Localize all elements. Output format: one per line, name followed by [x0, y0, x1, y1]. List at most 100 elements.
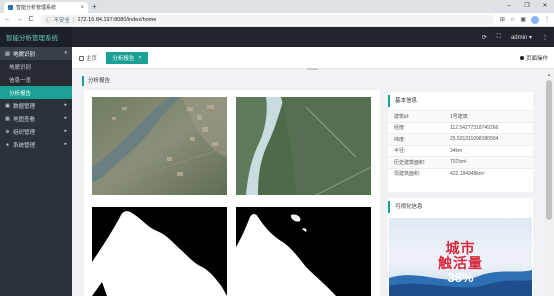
app-brand: 智能分析管理系统 [0, 27, 72, 47]
sidebar-group-org[interactable]: ⊕ 组织管理 ▸ [0, 125, 72, 138]
content-tab-bar: 主页 分析报告 × 页面操作 [72, 47, 554, 69]
info-value: 25.531311098186504 [450, 136, 499, 143]
url-separator: | [73, 16, 75, 23]
visual-info-poster: 城市 触活量 38% [389, 218, 532, 296]
extensions-icon[interactable]: ▣ [520, 16, 526, 23]
chevron-right-icon: ▸ [64, 115, 67, 121]
reload-button[interactable]: C [28, 16, 34, 23]
sidebar-group-label: 组织管理 [13, 129, 36, 136]
gear-icon: ● [5, 141, 10, 148]
table-row: 现建筑面积: 422.194948km² [388, 167, 533, 180]
segmentation-mask-before [92, 207, 227, 296]
fullscreen-icon[interactable]: ⛶ [497, 34, 501, 41]
info-key: 半径: [394, 148, 406, 155]
satellite-image-before [92, 97, 227, 195]
info-value: 34km [450, 147, 463, 154]
sidebar-group-label: 数据管理 [13, 103, 36, 110]
info-value: 1号建筑 [450, 113, 468, 120]
org-icon: ⊕ [5, 128, 10, 135]
minimize-button[interactable]: – [500, 0, 518, 13]
tab-home-label: 主页 [86, 56, 98, 62]
user-menu[interactable]: admin ▾ [511, 34, 532, 41]
info-value: 707km² [450, 159, 467, 166]
menu-icon: ▤ [5, 50, 10, 57]
circle-icon [519, 56, 524, 60]
chevron-right-icon: ▸ [64, 141, 67, 147]
star-icon[interactable]: ☆ [510, 16, 515, 23]
folder-icon: ▣ [5, 102, 10, 109]
sidebar-item-label: 信息一览 [9, 77, 32, 84]
info-key: 纬度: [394, 136, 406, 143]
window-controls: – ❐ ✕ [500, 0, 554, 13]
header-actions: ⟳ ⛶ admin ▾ ⋮ [482, 27, 548, 47]
chevron-right-icon: ▸ [64, 128, 67, 134]
app-header: 智能分析管理系统 ⟳ ⛶ admin ▾ ⋮ [0, 27, 554, 47]
url-text: 172.16.84.197:8080/index/home [77, 16, 157, 23]
sidebar-group-label: 地图查看 [13, 116, 36, 123]
table-row: 半径: 34km [388, 144, 533, 157]
insecure-label: 不安全 [53, 17, 71, 24]
back-button[interactable]: ← [4, 16, 11, 23]
browser-tab[interactable]: 智能分析管理系统 × [4, 2, 88, 13]
tab-close-icon[interactable]: × [80, 5, 84, 11]
visual-info-title: 可视化信息 [388, 201, 533, 213]
browser-tab-title: 智能分析管理系统 [16, 5, 57, 11]
address-bar: ← → C ⓘ 不安全 | 172.16.84.197:8080/index/h… [0, 13, 554, 27]
page-ops-button[interactable]: 页面操作 [519, 54, 548, 62]
browser-menu-button[interactable]: ⋮ [544, 16, 550, 23]
tab-close-icon[interactable]: × [138, 55, 141, 61]
page-scrollbar[interactable]: ▲ [544, 72, 554, 296]
table-row: 建筑id: 1号建筑 [388, 110, 533, 122]
sidebar-item-label: 分析报告 [9, 90, 32, 97]
info-key: 历史建筑面积: [394, 159, 426, 166]
sidebar-group-landform[interactable]: ▤ 地貌识别 ▾ [0, 47, 72, 60]
tab-home[interactable]: 主页 [79, 53, 97, 63]
poster-line-3: 38% [447, 270, 474, 285]
header-more-icon[interactable]: ⋮ [542, 34, 548, 41]
maximize-button[interactable]: ❐ [518, 0, 536, 13]
insecure-icon: ⓘ [45, 17, 51, 24]
scroll-up-icon[interactable]: ▲ [544, 72, 554, 77]
sidebar-group-label: 系统管理 [13, 142, 36, 149]
sidebar-group-system[interactable]: ● 系统管理 ▸ [0, 138, 72, 151]
sidebar-item-report[interactable]: 分析报告 [0, 86, 72, 99]
sidebar: ▤ 地貌识别 ▾ 地貌识别 信息一览 分析报告 ▣ 数据管理 ▸ ▦ 地图查看 … [0, 47, 72, 296]
basic-info-card: 基本信息 建筑id: 1号建筑 经度: 112.54277318749266 纬… [388, 92, 533, 192]
basic-info-table: 建筑id: 1号建筑 经度: 112.54277318749266 纬度: 25… [388, 110, 533, 179]
home-icon [79, 55, 84, 61]
page-ops-label: 页面操作 [525, 56, 548, 62]
satellite-image-after [236, 97, 371, 195]
favicon-icon [8, 5, 13, 10]
table-row: 历史建筑面积: 707km² [388, 156, 533, 168]
report-title: 分析报告 [82, 76, 382, 86]
url-input[interactable]: ⓘ 不安全 | 172.16.84.197:8080/index/home [40, 14, 494, 25]
info-value: 422.194948km² [450, 170, 485, 177]
sidebar-group-data[interactable]: ▣ 数据管理 ▸ [0, 99, 72, 112]
new-tab-button[interactable]: + [92, 2, 97, 12]
basic-info-title: 基本信息 [388, 95, 533, 107]
sidebar-item-label: 地貌识别 [9, 64, 32, 71]
close-window-button[interactable]: ✕ [536, 0, 554, 13]
browser-tab-bar: 智能分析管理系统 × + – ❐ ✕ [0, 0, 554, 13]
tab-report[interactable]: 分析报告 × [106, 52, 148, 64]
chevron-down-icon: ▾ [64, 50, 67, 56]
info-key: 建筑id: [394, 113, 410, 120]
refresh-icon[interactable]: ⟳ [482, 34, 487, 41]
info-key: 现建筑面积: [394, 171, 421, 178]
profile-avatar[interactable] [531, 15, 539, 24]
info-value: 112.54277318749266 [450, 124, 499, 131]
scrollbar-thumb[interactable] [546, 80, 552, 220]
sidebar-group-label: 地貌识别 [13, 51, 36, 58]
table-row: 经度: 112.54277318749266 [388, 121, 533, 134]
tab-report-label: 分析报告 [112, 56, 135, 62]
browser-actions: ⊞ ☆ ▣ ⋮ [500, 15, 550, 24]
sidebar-item-landform[interactable]: 地貌识别 [0, 60, 72, 73]
info-key: 经度: [394, 125, 406, 132]
map-icon: ▦ [5, 115, 10, 122]
forward-button[interactable]: → [16, 16, 23, 23]
table-row: 纬度: 25.531311098186504 [388, 133, 533, 145]
translate-icon[interactable]: ⊞ [500, 16, 505, 23]
sidebar-item-overview[interactable]: 信息一览 [0, 73, 72, 86]
chevron-right-icon: ▸ [64, 102, 67, 108]
sidebar-group-map[interactable]: ▦ 地图查看 ▸ [0, 112, 72, 125]
